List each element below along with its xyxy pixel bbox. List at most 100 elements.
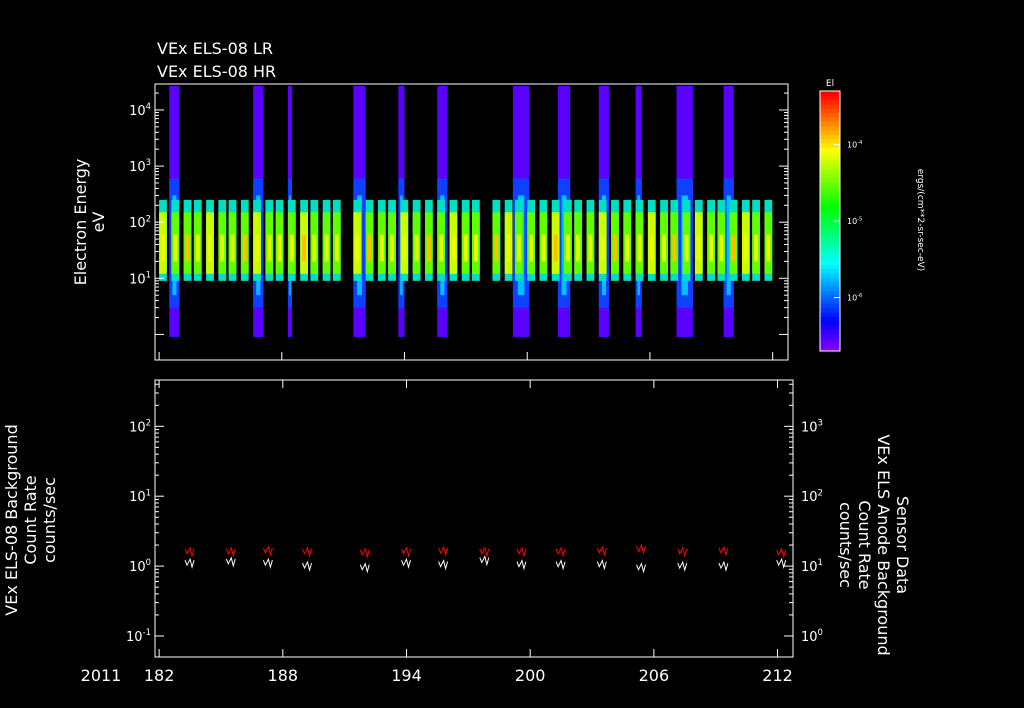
right-y-axis-label: VEx ELS Anode Background <box>874 434 893 655</box>
y-tick-label: 102 <box>129 213 151 231</box>
spectrogram-band-peak <box>754 234 759 262</box>
colorbar-segment <box>820 112 840 118</box>
colorbar-segment <box>820 316 840 322</box>
colorbar-segment <box>820 190 840 196</box>
colorbar-segment <box>820 186 840 192</box>
spectrogram-band-peak <box>439 234 444 262</box>
colorbar-segment <box>820 199 840 205</box>
series-mark <box>262 545 273 557</box>
series-mark <box>516 546 527 558</box>
colorbar-segment <box>820 273 840 278</box>
colorbar-tick-label: 10-6 <box>847 293 862 303</box>
series-mark <box>718 545 729 557</box>
series-mark <box>677 546 688 558</box>
y-tick-label: 101 <box>129 269 151 287</box>
colorbar-segment <box>820 221 840 226</box>
spectrogram-band-peak <box>719 234 724 262</box>
spectrogram-band-peak <box>565 234 570 262</box>
spectrogram-band-peak <box>637 234 642 262</box>
spectrogram-band-peak <box>649 234 654 262</box>
plot-title-line: VEx ELS-08 HR <box>157 62 276 81</box>
spectrogram-band-peak <box>451 234 456 262</box>
spectrogram-band-peak <box>494 234 499 262</box>
colorbar-segment <box>820 195 840 200</box>
spectrogram-band-peak <box>625 234 630 262</box>
series-mark <box>184 546 195 558</box>
colorbar-segment <box>820 138 840 144</box>
colorbar-segment <box>820 134 840 140</box>
series-mark <box>555 559 566 571</box>
colorbar-segment <box>820 303 840 309</box>
y-tick-label: 104 <box>129 101 151 119</box>
colorbar-segment <box>820 260 840 265</box>
series-mark <box>596 559 607 571</box>
left-y-axis-label: Count Rate <box>21 475 40 564</box>
colorbar-segment <box>820 99 840 105</box>
colorbar-segment <box>820 290 840 296</box>
colorbar-segment <box>820 299 840 304</box>
x-tick-label: 194 <box>391 666 422 685</box>
colorbar-segment <box>820 147 840 153</box>
top-panel-frame <box>154 83 789 361</box>
spectrogram-band-peak <box>662 234 667 262</box>
spectrogram-band-peak <box>324 234 329 262</box>
y-axis-units: eV <box>89 212 108 233</box>
series-mark <box>302 546 313 558</box>
y-tick-label: 103 <box>129 157 151 175</box>
spectrogram-band-peak <box>267 234 272 262</box>
series-mark <box>636 543 646 556</box>
colorbar-segment <box>820 268 840 274</box>
plot-canvas: 101 102 103 104 10-1 100 100 101 101 102 102 103 V… <box>0 39 925 685</box>
colorbar-segment <box>820 329 840 335</box>
right-y-tick-label: 100 <box>801 627 823 645</box>
colorbar-segment <box>820 342 840 348</box>
x-tick-label: 206 <box>639 666 670 685</box>
colorbar-units: ergs/(cm**2-sr-sec-eV) <box>915 169 925 271</box>
colorbar-segment <box>820 307 840 313</box>
spectrogram-band-peak <box>367 234 372 262</box>
series-mark <box>302 560 313 573</box>
colorbar-segment <box>820 320 840 326</box>
series-mark <box>359 547 370 559</box>
colorbar-segment <box>820 95 840 101</box>
left-y-axis-label: counts/sec <box>40 477 59 563</box>
spectrogram-band-peak <box>355 234 360 262</box>
spectrogram-band-peak <box>576 234 581 262</box>
colorbar-segment <box>820 242 840 248</box>
spectrogram-band-peak <box>743 234 748 262</box>
colorbar-segment <box>820 281 840 287</box>
right-y-axis-label: Count Rate <box>855 500 874 589</box>
spectrogram-band-peak <box>516 234 521 262</box>
series-mark <box>677 560 688 573</box>
colorbar-segment <box>820 182 840 187</box>
series-mark <box>596 545 607 557</box>
y-axis-label: Electron Energy <box>71 159 90 286</box>
x-tick-label: 188 <box>268 666 299 685</box>
colorbar-segment <box>820 229 840 235</box>
spectrogram-band-peak <box>220 234 225 262</box>
series-mark <box>401 557 411 570</box>
colorbar-segment <box>820 160 840 166</box>
spectrogram-band-peak <box>553 234 558 262</box>
y-tick-label: 10-1 <box>126 627 151 645</box>
series-mark <box>636 562 646 574</box>
colorbar-segment <box>820 125 840 131</box>
right-y-tick-label: 103 <box>801 417 823 435</box>
spectrogram-band-peak <box>709 234 714 262</box>
spectrogram-band-peak <box>230 234 235 262</box>
colorbar-segment <box>820 156 840 161</box>
colorbar-segment <box>820 277 840 283</box>
series-mark <box>776 557 787 570</box>
colorbar-segment <box>820 247 840 252</box>
spectrogram-band-peak <box>672 234 677 262</box>
series-mark <box>225 556 236 568</box>
colorbar-segment <box>820 117 840 122</box>
colorbar-segment <box>820 234 840 239</box>
y-tick-label: 102 <box>129 417 151 435</box>
spectrogram-band-peak <box>506 234 511 262</box>
series-mark <box>184 557 195 570</box>
series-mark <box>479 546 490 558</box>
spectrogram-band-peak <box>302 234 307 262</box>
x-tick-label: 200 <box>515 666 546 685</box>
series-mark <box>718 560 729 573</box>
